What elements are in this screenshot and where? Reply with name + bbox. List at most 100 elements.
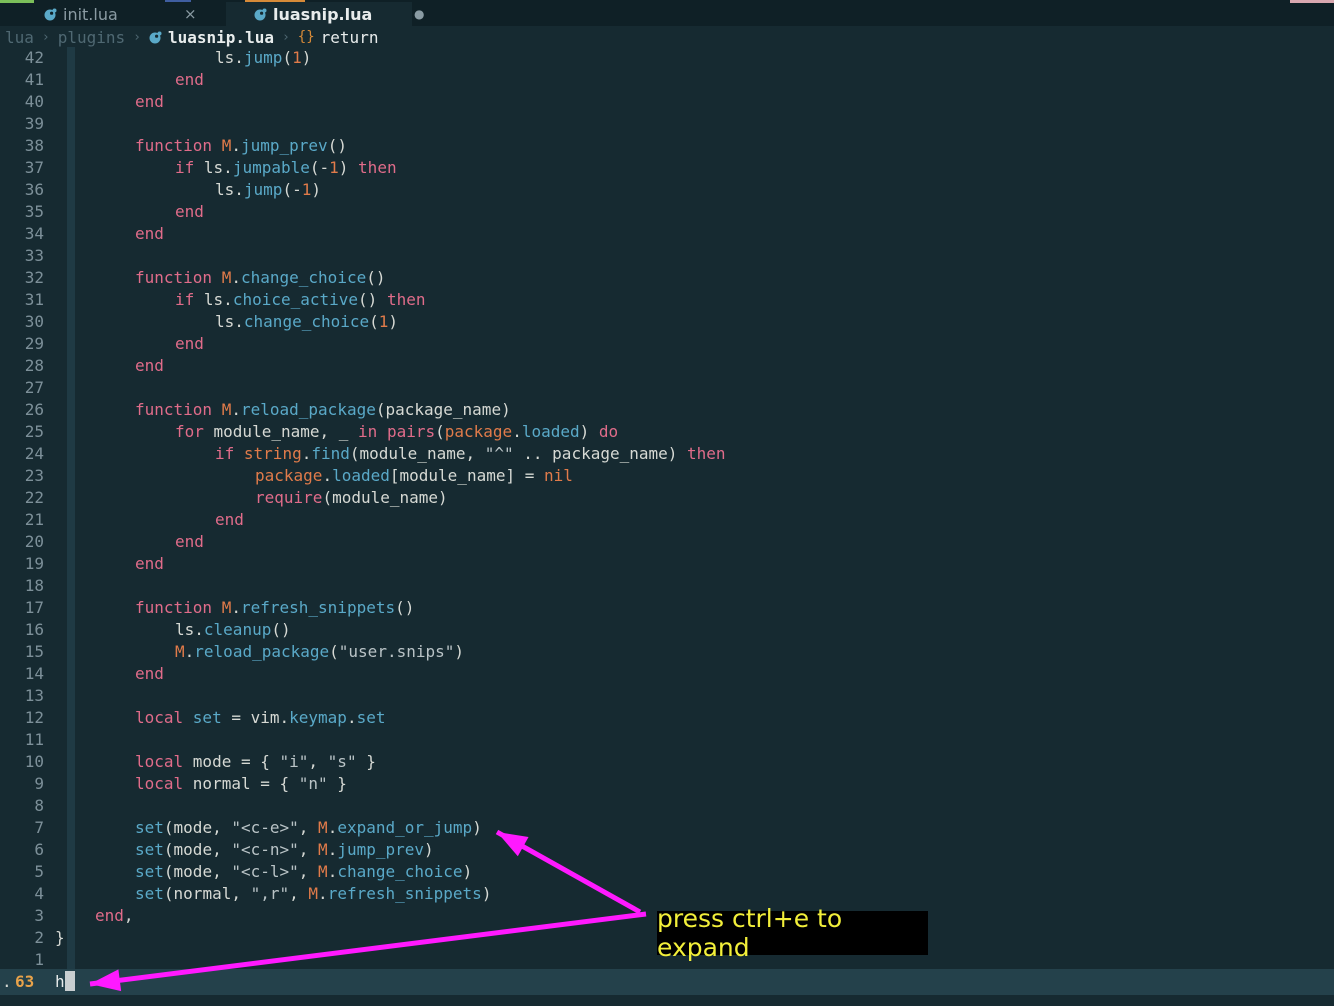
code-token: end	[175, 334, 204, 353]
code-token: "<c-e>"	[231, 818, 299, 837]
code-line[interactable]: 36 ls.jump(-1)	[0, 179, 1334, 201]
code-line[interactable]: 33	[0, 245, 1334, 267]
code-token: M	[221, 598, 232, 617]
code-line[interactable]: 40 end	[0, 91, 1334, 113]
tab-luasnip-lua[interactable]: luasnip.lua ●	[226, 2, 424, 26]
code-line[interactable]: 8	[0, 795, 1334, 817]
code-line[interactable]: 24 if string.find(module_name, "^" .. pac…	[0, 443, 1334, 465]
code-line[interactable]: 21 end	[0, 509, 1334, 531]
code-line[interactable]: 27	[0, 377, 1334, 399]
code-token: loaded	[521, 422, 580, 441]
command-line-text[interactable]: h	[55, 972, 65, 991]
code-line[interactable]: 25 for module_name, _ in pairs(package.lo…	[0, 421, 1334, 443]
breadcrumb: lua › plugins › luasnip.lua › {} return	[0, 26, 1334, 48]
code-line[interactable]: 10 local mode = { "i", "s" }	[0, 751, 1334, 773]
code-line[interactable]: 15 M.reload_package("user.snips")	[0, 641, 1334, 663]
code-token: }	[55, 928, 65, 947]
code-line[interactable]: 23 package.loaded[module_name] = nil	[0, 465, 1334, 487]
code-text: end	[135, 553, 164, 575]
line-number: 33	[24, 246, 44, 265]
code-line[interactable]: 19 end	[0, 553, 1334, 575]
code-token: (-	[282, 180, 302, 199]
code-line[interactable]: 35 end	[0, 201, 1334, 223]
close-icon[interactable]: ×	[184, 5, 197, 23]
code-line[interactable]: 29 end	[0, 333, 1334, 355]
line-number: 18	[24, 576, 44, 595]
code-token: (	[329, 642, 339, 661]
line-number: 38	[24, 136, 44, 155]
code-line[interactable]: 38 function M.jump_prev()	[0, 135, 1334, 157]
code-text: set(mode, "<c-n>", M.jump_prev)	[135, 839, 434, 861]
code-line[interactable]: 18	[0, 575, 1334, 597]
tab-label: luasnip.lua	[273, 4, 373, 24]
line-number: 20	[24, 532, 44, 551]
breadcrumb-symbol[interactable]: return	[321, 28, 379, 47]
code-line[interactable]: 28 end	[0, 355, 1334, 377]
code-token: ls	[215, 48, 235, 67]
code-line[interactable]: 37 if ls.jumpable(-1) then	[0, 157, 1334, 179]
code-token: )	[481, 884, 492, 903]
line-number: 9	[34, 774, 44, 793]
code-text: end	[135, 663, 164, 685]
code-token: end	[135, 356, 164, 375]
breadcrumb-segment-plugins[interactable]: plugins	[58, 28, 125, 47]
code-token: function	[135, 598, 222, 617]
code-token: local	[135, 752, 193, 771]
code-line[interactable]: 34 end	[0, 223, 1334, 245]
code-token: reload_package	[194, 642, 330, 661]
code-line[interactable]: 13	[0, 685, 1334, 707]
code-token: 1	[329, 158, 339, 177]
code-token: if	[175, 290, 204, 309]
code-token: .	[234, 180, 244, 199]
code-line[interactable]: 31 if ls.choice_active() then	[0, 289, 1334, 311]
code-line[interactable]: 42 ls.jump(1)	[0, 47, 1334, 69]
code-token: M	[318, 840, 328, 859]
code-line[interactable]: 14 end	[0, 663, 1334, 685]
code-line[interactable]: 4 set(normal, ",r", M.refresh_snippets)	[0, 883, 1334, 905]
code-text: end	[215, 509, 244, 531]
code-token: }	[356, 752, 376, 771]
code-line[interactable]: 16 ls.cleanup()	[0, 619, 1334, 641]
breadcrumb-file[interactable]: luasnip.lua	[149, 28, 274, 47]
code-text: }	[55, 927, 65, 949]
tab-init-lua[interactable]: init.lua ×	[44, 2, 218, 26]
chevron-right-icon: ›	[133, 29, 141, 45]
code-token: .	[234, 48, 244, 67]
code-token: cleanup	[203, 620, 272, 639]
code-line[interactable]: 22 require(module_name)	[0, 487, 1334, 509]
code-text: function M.refresh_snippets()	[135, 597, 414, 619]
code-token: loaded	[332, 466, 390, 485]
line-number: 4	[34, 884, 44, 903]
code-token: .	[223, 158, 233, 177]
code-token: .	[194, 620, 204, 639]
code-token: ,	[289, 884, 309, 903]
annotation-text: press ctrl+e to expand	[657, 904, 843, 962]
code-text: local set = vim.keymap.set	[135, 707, 385, 729]
code-line[interactable]: 12 local set = vim.keymap.set	[0, 707, 1334, 729]
line-number: 19	[24, 554, 44, 573]
line-number: 24	[24, 444, 44, 463]
line-number: 6	[34, 840, 44, 859]
code-line[interactable]: 9 local normal = { "n" }	[0, 773, 1334, 795]
code-line[interactable]: 30 ls.change_choice(1)	[0, 311, 1334, 333]
code-line[interactable]: 41 end	[0, 69, 1334, 91]
code-token: end	[135, 92, 164, 111]
code-line[interactable]: 11	[0, 729, 1334, 751]
code-token: ls	[215, 312, 235, 331]
code-line[interactable]: 20 end	[0, 531, 1334, 553]
code-line[interactable]: 32 function M.change_choice()	[0, 267, 1334, 289]
breadcrumb-segment-lua[interactable]: lua	[5, 28, 34, 47]
code-token: )	[579, 422, 599, 441]
code-line[interactable]: 6 set(mode, "<c-n>", M.jump_prev)	[0, 839, 1334, 861]
code-line[interactable]: 26 function M.reload_package(package_name…	[0, 399, 1334, 421]
code-token: set	[356, 708, 386, 727]
code-line[interactable]: 39	[0, 113, 1334, 135]
code-token: set	[135, 818, 164, 837]
code-editor[interactable]: 42 ls.jump(1) 41 end 40 end 39 38 function M.jum…	[0, 47, 1334, 969]
code-line[interactable]: 17 function M.refresh_snippets()	[0, 597, 1334, 619]
line-number: 2	[34, 928, 44, 947]
code-token: M	[308, 884, 319, 903]
code-line[interactable]: 5 set(mode, "<c-l>", M.change_choice)	[0, 861, 1334, 883]
code-line[interactable]: 7 set(mode, "<c-e>", M.expand_or_jump)	[0, 817, 1334, 839]
code-text: ls.jump(-1)	[215, 179, 321, 201]
